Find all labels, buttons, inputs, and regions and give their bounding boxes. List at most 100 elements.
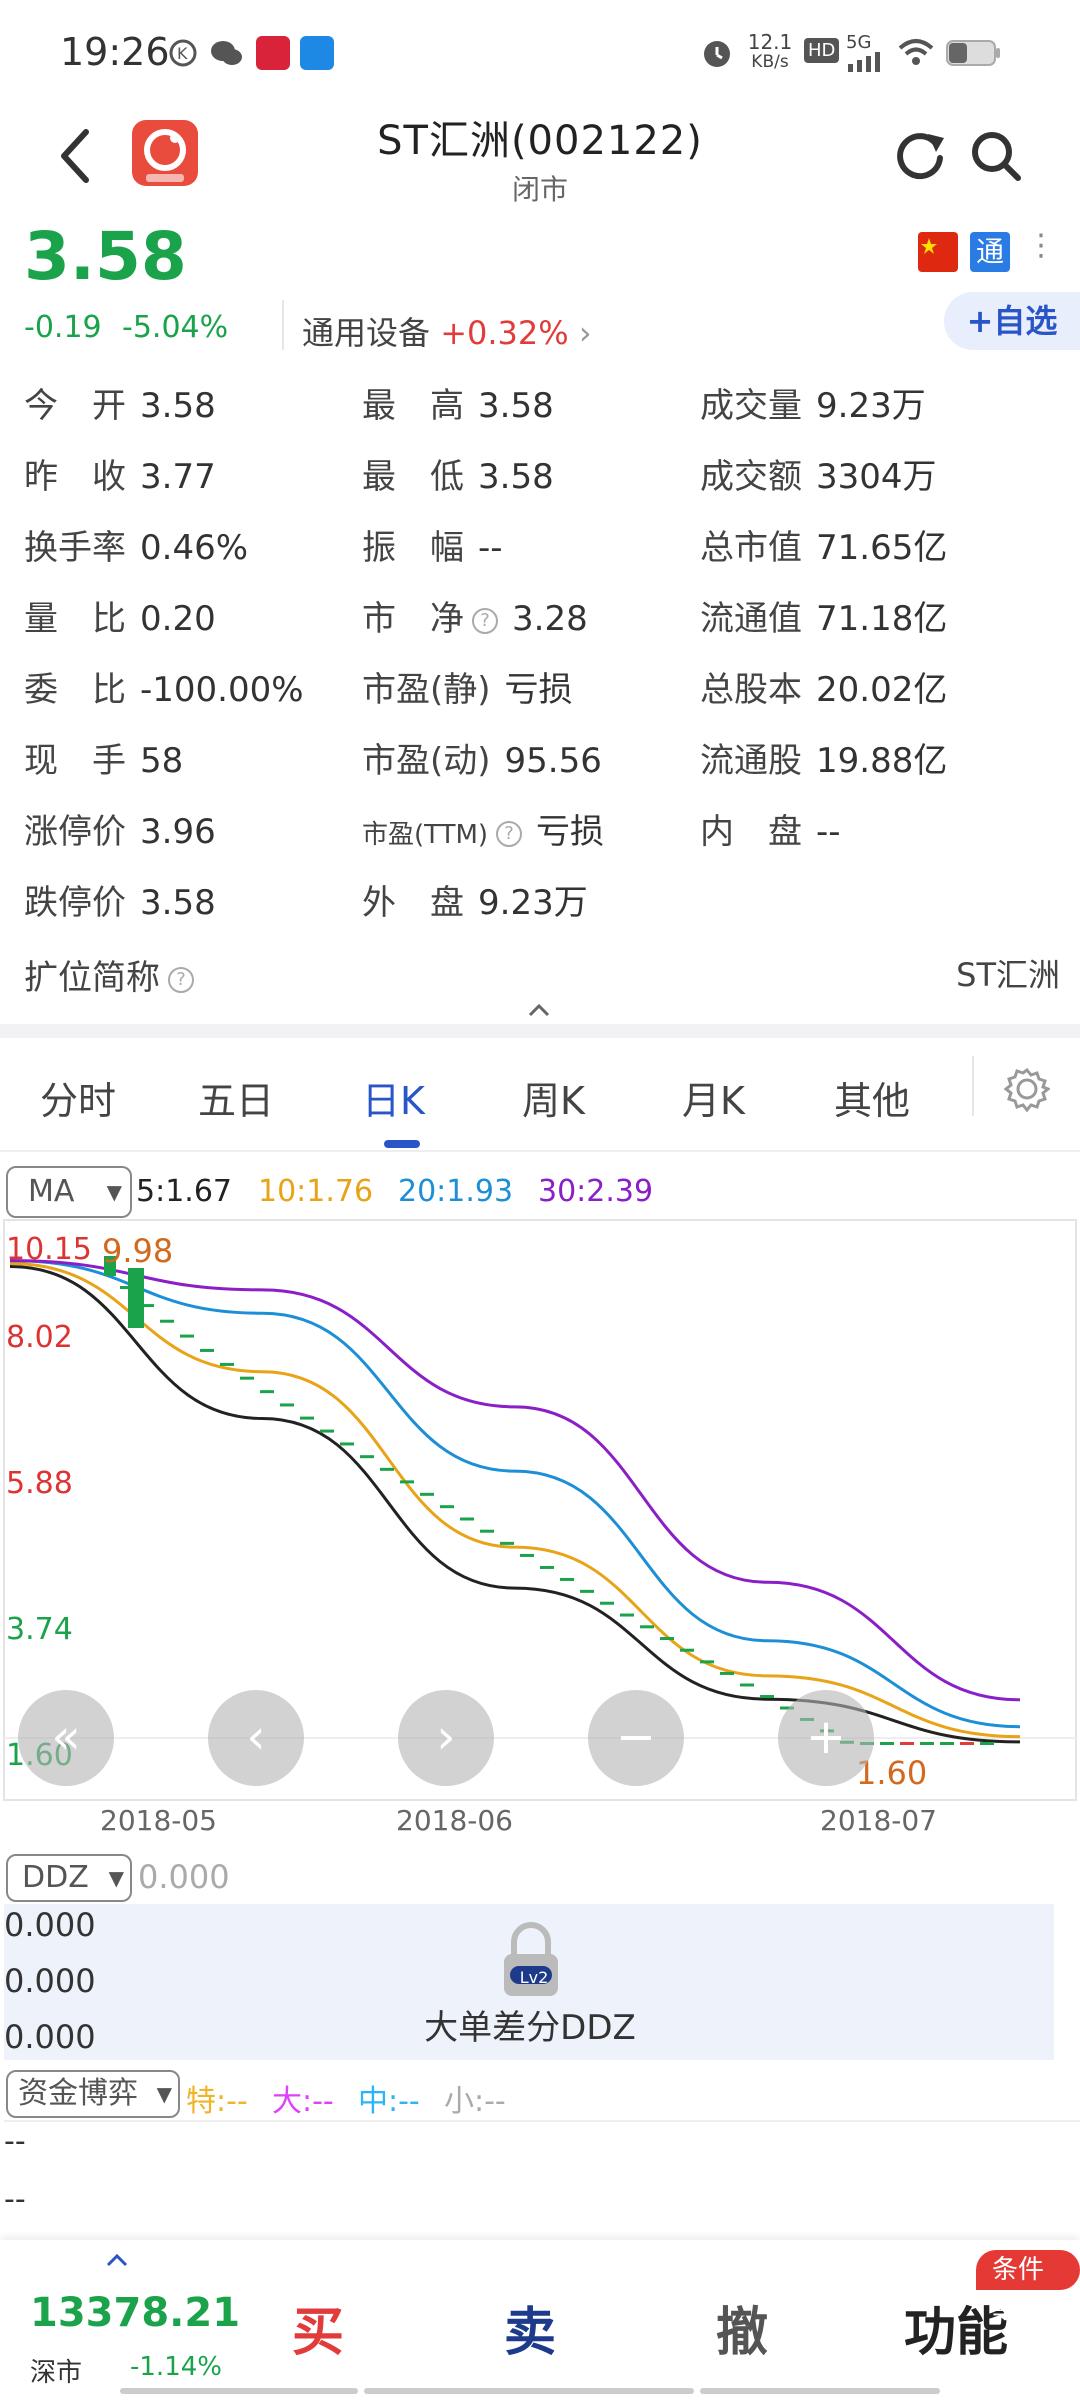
- stat-label: 总市值: [700, 528, 802, 568]
- stat-col1-5: 现 手 58: [24, 733, 183, 782]
- stat-value: 58: [140, 741, 184, 781]
- dropdown-caret-icon: ▼: [106, 1180, 122, 1204]
- chart-nav-button-1[interactable]: ‹: [208, 1690, 304, 1786]
- refresh-icon[interactable]: [892, 128, 948, 184]
- info-icon[interactable]: ?: [496, 820, 523, 847]
- section-divider: [0, 1024, 1080, 1038]
- gear-icon[interactable]: [1004, 1066, 1050, 1112]
- stat-col3-0: 成交量 9.23万: [700, 378, 926, 427]
- search-icon[interactable]: [968, 128, 1024, 184]
- stat-value: 71.65亿: [816, 528, 948, 568]
- stat-label: 昨 收: [24, 457, 126, 497]
- stat-value: 3.96: [140, 812, 216, 852]
- stat-label: 市盈(动): [362, 741, 491, 781]
- candle-mark: [440, 1505, 454, 1509]
- add-watchlist-button[interactable]: +自选: [944, 292, 1080, 350]
- y-axis-label: 8.02: [6, 1320, 73, 1355]
- info-icon[interactable]: ?: [168, 966, 194, 993]
- expand-chevron-icon[interactable]: [104, 2252, 130, 2268]
- stat-col1-1: 昨 收 3.77: [24, 449, 216, 498]
- candle-mark: [128, 1268, 144, 1328]
- index-value[interactable]: 13378.21: [30, 2290, 240, 2336]
- stat-col2-5: 市盈(动) 95.56: [362, 733, 602, 782]
- buy-button[interactable]: 买: [292, 2290, 344, 2365]
- stat-col2-6: 市盈(TTM)? 亏损: [362, 804, 604, 853]
- active-tab-indicator: [384, 1140, 420, 1148]
- stat-value: 0.20: [140, 599, 216, 639]
- stock-connect-badge[interactable]: 通: [970, 232, 1010, 272]
- svg-text:K: K: [177, 44, 188, 63]
- stat-value: --: [478, 528, 503, 568]
- stat-value: 3.77: [140, 457, 216, 497]
- price-change: -0.19: [24, 310, 102, 345]
- stat-col2-0: 最 高 3.58: [362, 378, 554, 427]
- stat-label: 流通值: [700, 599, 802, 639]
- candle-mark: [620, 1613, 634, 1617]
- sell-button[interactable]: 卖: [504, 2290, 556, 2365]
- ddz-label[interactable]: 大单差分DDZ: [0, 2000, 1060, 2049]
- stat-value: -100.00%: [140, 670, 304, 710]
- tab-0[interactable]: 分时: [40, 1070, 116, 1125]
- stat-label: 振 幅: [362, 528, 464, 568]
- divider: [282, 300, 284, 350]
- fund-indicator-select[interactable]: 资金博弈 ▼: [6, 2070, 180, 2118]
- ddz-axis-top: 0.000: [4, 1906, 96, 1944]
- ddz-axis-mid: 0.000: [4, 1962, 96, 2000]
- x-axis-label: 2018-05: [100, 1804, 217, 1837]
- tab-4[interactable]: 月K: [682, 1070, 745, 1125]
- chart-nav-button-0[interactable]: «: [18, 1690, 114, 1786]
- candle-mark: [480, 1529, 494, 1533]
- tab-2[interactable]: 日K: [362, 1070, 425, 1125]
- stat-value: 3.28: [512, 599, 588, 639]
- current-price: 3.58: [24, 218, 187, 295]
- stat-value: 9.23万: [816, 386, 926, 426]
- candle-mark: [660, 1637, 674, 1641]
- stat-label: 市 净: [362, 599, 464, 639]
- fund-row-top: --: [4, 2124, 26, 2159]
- bottom-action-bar: 13378.21 深市 -1.14% 买 卖 撤 功能 条件单: [0, 2240, 1080, 2400]
- ma-indicator-select[interactable]: MA ▼: [6, 1166, 132, 1218]
- conditional-order-badge[interactable]: 条件单: [976, 2250, 1080, 2325]
- tab-1[interactable]: 五日: [198, 1070, 274, 1125]
- chart-nav-button-4[interactable]: +: [778, 1690, 874, 1786]
- candle-mark: [720, 1671, 734, 1675]
- sector-link[interactable]: 通用设备 +0.32% ›: [302, 308, 592, 354]
- stat-label: 今 开: [24, 386, 126, 426]
- ddz-indicator-select[interactable]: DDZ ▼: [6, 1854, 132, 1902]
- stat-col3-4: 总股本 20.02亿: [700, 662, 947, 711]
- candle-mark: [340, 1442, 354, 1446]
- tab-3[interactable]: 周K: [522, 1070, 585, 1125]
- candle-mark: [960, 1742, 974, 1745]
- cancel-order-button[interactable]: 撤: [716, 2290, 768, 2365]
- stat-value: 0.46%: [140, 528, 249, 568]
- chart-nav-button-3[interactable]: −: [588, 1690, 684, 1786]
- collapse-chevron-icon[interactable]: [526, 1002, 552, 1018]
- kline-chart[interactable]: [0, 1216, 1080, 1836]
- status-bar: 19:26 K 12.1 KB/s HD 5G: [0, 0, 1080, 106]
- stat-col2-4: 市盈(静) 亏损: [362, 662, 573, 711]
- info-icon[interactable]: ?: [472, 607, 498, 634]
- tab-5[interactable]: 其他: [834, 1070, 910, 1125]
- stat-col3-3: 流通值 71.18亿: [700, 591, 947, 640]
- stat-label: 换手率: [24, 528, 126, 568]
- candle-mark: [880, 1742, 894, 1745]
- stat-col3-5: 流通股 19.88亿: [700, 733, 947, 782]
- candle-mark: [260, 1390, 274, 1394]
- fund-panel: [4, 2120, 1080, 2240]
- stat-label: 成交量: [700, 386, 802, 426]
- candle-mark: [160, 1319, 174, 1323]
- candle-mark: [500, 1541, 514, 1545]
- more-icon[interactable]: ⋮: [1026, 228, 1056, 263]
- stat-col1-0: 今 开 3.58: [24, 378, 216, 427]
- candle-mark: [220, 1362, 234, 1366]
- stat-label: 跌停价: [24, 883, 126, 923]
- wechat-icon: [211, 41, 242, 65]
- stat-value: --: [816, 812, 841, 852]
- battery-icon: [946, 40, 1000, 66]
- extended-name-value: ST汇洲: [956, 956, 1060, 994]
- fund-legend-item: 大:--: [272, 2084, 334, 2119]
- stat-value: 71.18亿: [816, 599, 948, 639]
- chart-nav-button-2[interactable]: ›: [398, 1690, 494, 1786]
- app-badge-icon: [256, 36, 290, 70]
- candle-mark: [380, 1467, 394, 1471]
